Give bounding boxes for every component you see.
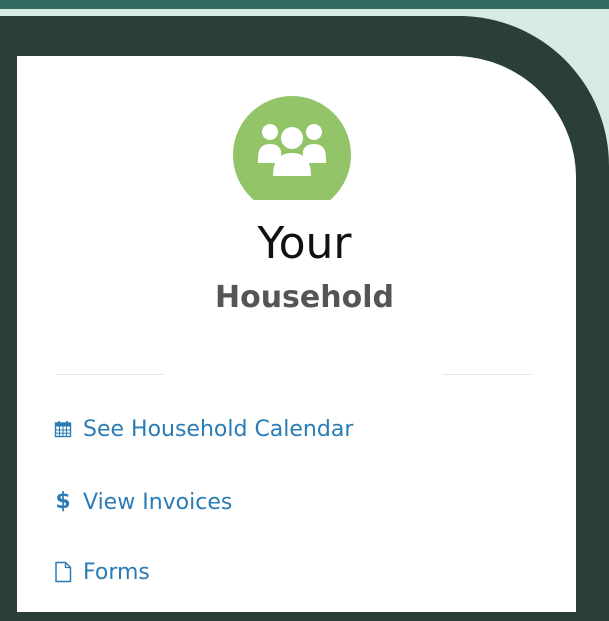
household-card: Your Household See Household Calendar $ … (17, 56, 576, 612)
file-icon (54, 561, 72, 583)
divider-right (443, 374, 531, 375)
top-accent-bar (0, 0, 609, 9)
calendar-icon (54, 420, 72, 438)
group-icon (258, 124, 326, 176)
forms-link[interactable]: Forms (54, 555, 150, 589)
panel-subtitle: Household (214, 280, 394, 315)
forms-label: Forms (83, 559, 150, 585)
see-household-calendar-label: See Household Calendar (83, 416, 354, 442)
panel-title: Your (257, 218, 352, 269)
see-household-calendar-link[interactable]: See Household Calendar (54, 412, 353, 446)
avatar-circle (233, 96, 351, 200)
panel-frame: Your Household See Household Calendar $ … (0, 16, 609, 621)
view-invoices-link[interactable]: $ View Invoices (54, 485, 232, 519)
divider-left (56, 374, 164, 375)
household-avatar (233, 96, 351, 200)
dollar-icon: $ (55, 489, 71, 514)
view-invoices-label: View Invoices (83, 489, 233, 515)
